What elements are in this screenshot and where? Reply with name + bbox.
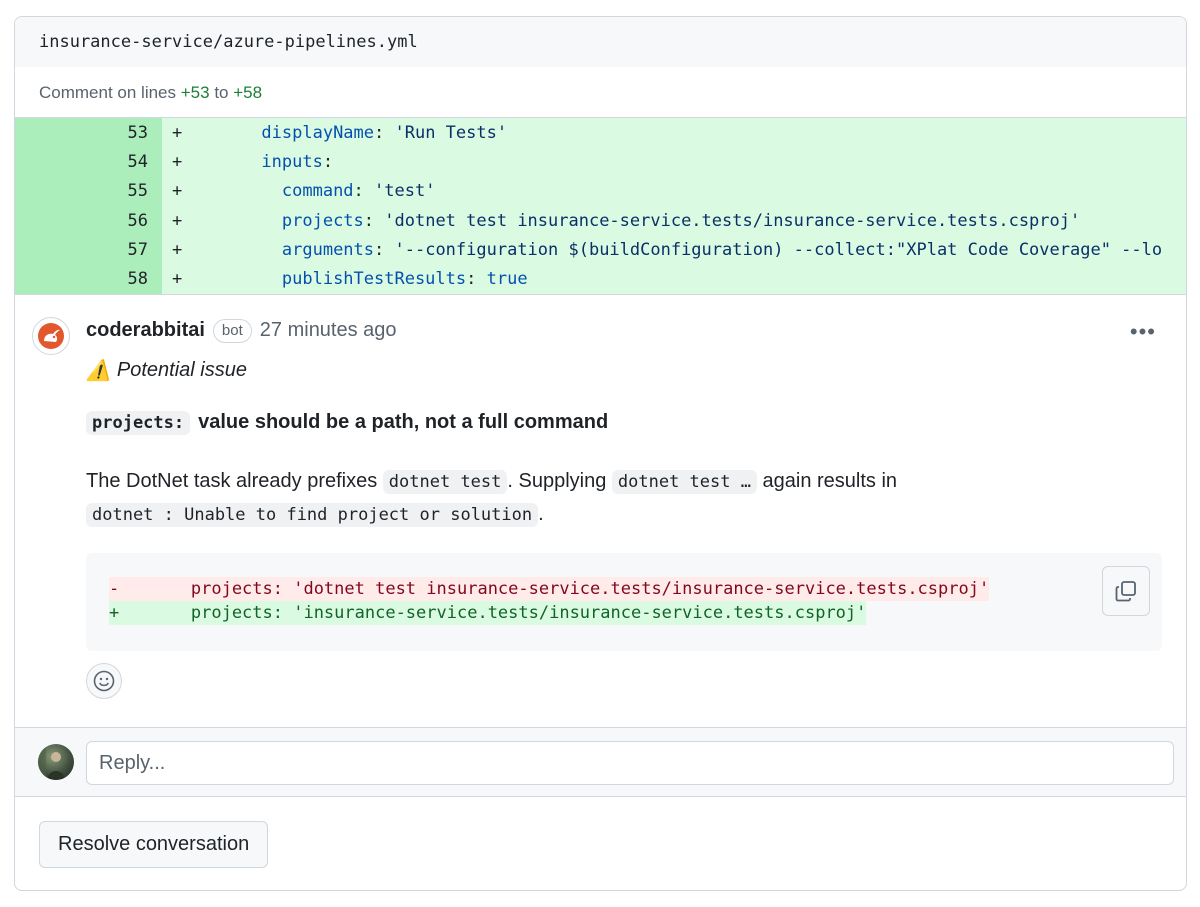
user-avatar-image — [38, 744, 65, 780]
kebab-menu-icon[interactable]: ••• — [1130, 319, 1156, 345]
issue-label: ⚠️ Potential issue — [86, 358, 247, 383]
bot-avatar[interactable] — [32, 316, 70, 355]
comment-author[interactable]: coderabbitai — [86, 319, 205, 342]
diff-marker: + — [172, 122, 183, 143]
diff-line[interactable]: 57 + arguments: '--configuration $(buildC… — [15, 235, 1186, 265]
yaml-separator: : — [322, 151, 334, 172]
yaml-key: inputs — [261, 151, 323, 172]
warning-icon: ⚠️ — [86, 359, 111, 382]
smiley-icon — [93, 670, 115, 692]
line-number[interactable]: 54 — [15, 147, 162, 177]
comment-range-prefix: Comment on lines — [39, 82, 177, 102]
body-text-3: again results in — [756, 469, 898, 492]
yaml-value: 'Run Tests' — [394, 122, 508, 143]
comment-range-joiner: to — [214, 82, 229, 102]
file-path-header[interactable]: insurance-service/azure-pipelines.yml — [15, 17, 1186, 68]
copy-button[interactable] — [1102, 565, 1150, 616]
code-line: projects: 'dotnet test insurance-service… — [200, 211, 1186, 231]
code-line: publishTestResults: true — [200, 269, 1186, 289]
suggested-change: - projects: 'dotnet test insurance-servi… — [86, 552, 1162, 651]
rabbit-icon — [38, 322, 64, 349]
resolve-conversation-button[interactable]: Resolve conversation — [39, 821, 269, 868]
yaml-separator: : — [353, 181, 375, 202]
headline-code: projects: — [86, 410, 191, 435]
issue-label-text: Potential issue — [116, 358, 247, 381]
yaml-key: command — [281, 181, 354, 202]
line-number[interactable]: 53 — [15, 118, 162, 148]
code-line: inputs: — [200, 152, 1186, 172]
review-comment: coderabbitai bot 27 minutes ago ••• ⚠️ P… — [15, 295, 1186, 725]
code-line: arguments: '--configuration $(buildConfi… — [200, 240, 1186, 260]
add-reaction-button[interactable] — [86, 662, 122, 699]
diff-line[interactable]: 55 + command: 'test' — [15, 176, 1186, 206]
yaml-value: true — [486, 269, 528, 290]
code-line: displayName: 'Run Tests' — [200, 123, 1186, 143]
diff-marker: + — [172, 239, 183, 260]
body-text-2: . Supplying — [507, 469, 612, 492]
comment-range: Comment on lines +53 to +58 — [15, 68, 1186, 118]
yaml-key: displayName — [261, 122, 375, 143]
body-text-4: . — [538, 502, 544, 525]
diff-hunk: 53 + displayName: 'Run Tests' 54 + inputs: 5… — [15, 118, 1186, 295]
line-number[interactable]: 58 — [15, 264, 162, 294]
copy-icon — [1115, 580, 1136, 602]
diff-line[interactable]: 56 + projects: 'dotnet test insurance-ser… — [15, 205, 1186, 236]
user-avatar[interactable] — [38, 744, 74, 780]
body-code-3: dotnet : Unable to find project or solut… — [86, 502, 539, 527]
line-number[interactable]: 56 — [15, 205, 162, 236]
headline-text: value should be a path, not a full comma… — [198, 411, 609, 434]
body-code-1: dotnet test — [382, 469, 508, 494]
line-number[interactable]: 57 — [15, 235, 162, 265]
suggestion-removed-line: - projects: 'dotnet test insurance-servi… — [109, 576, 990, 601]
line-number[interactable]: 55 — [15, 176, 162, 206]
comment-header: coderabbitai bot 27 minutes ago — [86, 318, 397, 343]
body-code-2: dotnet test … — [611, 469, 757, 494]
comment-headline: projects: value should be a path, not a … — [86, 410, 609, 435]
suggestion-added-line: + projects: 'insurance-service.tests/ins… — [109, 600, 867, 625]
diff-marker: + — [172, 210, 183, 231]
diff-marker: + — [172, 151, 183, 172]
yaml-key: projects — [281, 210, 364, 231]
yaml-value: 'test' — [374, 181, 436, 202]
comment-timestamp[interactable]: 27 minutes ago — [260, 319, 397, 342]
yaml-separator: : — [466, 269, 487, 290]
reply-input[interactable] — [86, 741, 1174, 785]
review-thread: insurance-service/azure-pipelines.yml Co… — [14, 16, 1187, 891]
diff-marker: + — [172, 269, 183, 290]
yaml-value: 'dotnet test insurance-service.tests/ins… — [384, 210, 1081, 231]
yaml-key: arguments — [281, 239, 375, 260]
reply-bar — [15, 727, 1186, 797]
yaml-value: '--configuration $(buildConfiguration) -… — [394, 239, 1163, 260]
diff-marker: + — [172, 181, 183, 202]
comment-range-start: +53 — [180, 82, 210, 102]
code-line: command: 'test' — [200, 181, 1186, 201]
diff-line[interactable]: 53 + displayName: 'Run Tests' — [15, 118, 1186, 148]
comment-body: The DotNet task already prefixes dotnet … — [86, 465, 1146, 531]
comment-range-end: +58 — [233, 82, 263, 102]
yaml-separator: : — [363, 210, 385, 231]
yaml-separator: : — [374, 122, 395, 143]
bot-badge: bot — [212, 318, 252, 343]
file-path[interactable]: insurance-service/azure-pipelines.yml — [39, 32, 418, 52]
yaml-separator: : — [374, 239, 395, 260]
diff-line[interactable]: 54 + inputs: — [15, 147, 1186, 177]
diff-line[interactable]: 58 + publishTestResults: true — [15, 264, 1186, 294]
body-text-1: The DotNet task already prefixes — [86, 469, 383, 492]
yaml-key: publishTestResults — [281, 269, 467, 290]
